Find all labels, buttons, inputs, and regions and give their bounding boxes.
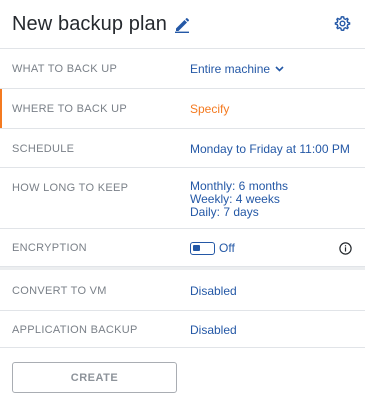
how-long-to-keep-label: HOW LONG TO KEEP xyxy=(12,182,129,194)
create-button[interactable]: CREATE xyxy=(12,362,177,393)
convert-to-vm-value[interactable]: Disabled xyxy=(190,284,237,298)
backup-plan-panel: New backup plan WHAT TO BACK UP Entire m… xyxy=(0,0,365,402)
what-to-back-up-value[interactable]: Entire machine xyxy=(190,62,284,76)
info-icon[interactable] xyxy=(339,242,352,255)
application-backup-label: APPLICATION BACKUP xyxy=(12,324,138,336)
warning-accent-bar xyxy=(0,89,2,128)
panel-header: New backup plan xyxy=(0,0,365,48)
row-what-to-back-up[interactable]: WHAT TO BACK UP Entire machine xyxy=(0,48,365,88)
application-backup-value[interactable]: Disabled xyxy=(190,323,237,337)
where-to-back-up-label: WHERE TO BACK UP xyxy=(12,103,128,115)
schedule-value[interactable]: Monday to Friday at 11:00 PM xyxy=(190,142,350,156)
chevron-down-icon xyxy=(275,61,284,72)
what-to-back-up-label: WHAT TO BACK UP xyxy=(12,63,118,75)
where-to-back-up-value[interactable]: Specify xyxy=(190,102,229,116)
row-application-backup[interactable]: APPLICATION BACKUP Disabled xyxy=(0,310,365,348)
page-title: New backup plan xyxy=(12,12,167,35)
retention-daily: Daily: 7 days xyxy=(190,205,259,219)
row-how-long-to-keep[interactable]: HOW LONG TO KEEP Monthly: 6 months Weekl… xyxy=(0,167,365,228)
retention-rules[interactable]: Monthly: 6 months Weekly: 4 weeks Daily:… xyxy=(190,180,288,219)
what-to-back-up-text: Entire machine xyxy=(190,62,271,76)
schedule-label: SCHEDULE xyxy=(12,143,75,155)
encryption-toggle-label: Off xyxy=(219,241,235,255)
row-convert-to-vm[interactable]: CONVERT TO VM Disabled xyxy=(0,270,365,310)
encryption-label: ENCRYPTION xyxy=(12,242,87,254)
convert-to-vm-label: CONVERT TO VM xyxy=(12,285,107,297)
encryption-toggle[interactable] xyxy=(190,242,215,255)
gear-icon[interactable] xyxy=(334,15,351,32)
pencil-icon[interactable] xyxy=(174,17,190,33)
row-encryption: ENCRYPTION Off xyxy=(0,228,365,266)
row-schedule[interactable]: SCHEDULE Monday to Friday at 11:00 PM xyxy=(0,128,365,167)
row-where-to-back-up[interactable]: WHERE TO BACK UP Specify xyxy=(0,88,365,128)
toggle-knob xyxy=(193,245,200,251)
